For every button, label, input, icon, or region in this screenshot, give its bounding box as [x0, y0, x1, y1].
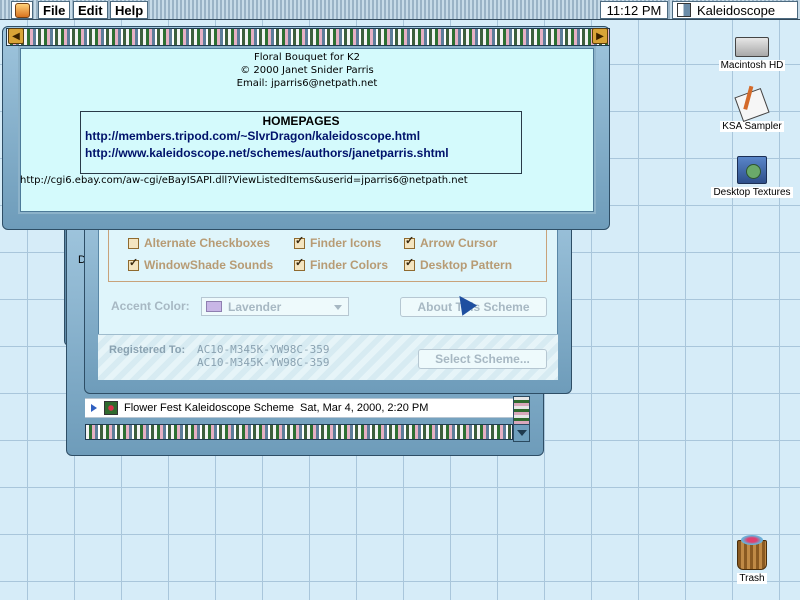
- registration-code: AC10-M345K-YW98C-359: [197, 343, 330, 356]
- option-finder-icons[interactable]: Finder Icons: [294, 234, 382, 250]
- option-arrow-cursor[interactable]: Arrow Cursor: [404, 234, 498, 250]
- registration-code: AC10-M345K-YW98C-359: [197, 356, 330, 369]
- accent-color-label: Accent Color:: [111, 299, 190, 313]
- checkbox[interactable]: [294, 256, 305, 271]
- option-alternate-checkboxes[interactable]: Alternate Checkboxes: [128, 236, 270, 250]
- option-label: Finder Icons: [310, 236, 382, 250]
- registered-to-label: Registered To:: [109, 344, 186, 356]
- accent-color-value: Lavender: [228, 299, 282, 314]
- desktop-icon-label: Macintosh HD: [718, 60, 786, 71]
- copyright-text: © 2000 Janet Snider Parris: [240, 65, 374, 76]
- desktop-icon-trash[interactable]: Trash: [722, 535, 782, 584]
- chevron-down-icon: [334, 305, 342, 310]
- scheme-name: Floral Bouquet for K2: [254, 52, 360, 63]
- floral-border-strip: [85, 424, 513, 440]
- checkbox[interactable]: [294, 234, 305, 249]
- left-arrow-icon[interactable]: ◀: [8, 28, 24, 44]
- hard-disk-icon: [735, 37, 769, 57]
- list-item[interactable]: Flower Fest Kaleidoscope Scheme Sat, Mar…: [85, 398, 513, 418]
- down-arrow-icon: [516, 430, 527, 436]
- ebay-listing-link[interactable]: http://cgi6.ebay.com/aw-cgi/eBayISAPI.dl…: [20, 175, 468, 186]
- floral-title-bar[interactable]: [6, 28, 610, 46]
- scroll-down-arrow[interactable]: [513, 424, 530, 442]
- right-arrow-icon[interactable]: ▶: [592, 28, 608, 44]
- menu-clock[interactable]: 11:12 PM: [600, 1, 668, 19]
- desktop-icon-label: Desktop Textures: [711, 187, 793, 198]
- option-label: Arrow Cursor: [420, 236, 498, 250]
- color-swatch-icon: [206, 301, 222, 312]
- menu-edit[interactable]: Edit: [73, 1, 108, 19]
- checkbox[interactable]: [128, 237, 139, 249]
- document-pencil-icon: [734, 87, 770, 123]
- desktop-icon-desktop-textures[interactable]: Desktop Textures: [706, 156, 798, 198]
- desktop-icon-ksa-sampler[interactable]: KSA Sampler: [716, 87, 788, 132]
- option-windowshade-sounds[interactable]: WindowShade Sounds: [128, 256, 274, 272]
- select-scheme-button[interactable]: Select Scheme...: [418, 349, 547, 369]
- option-label: Finder Colors: [310, 258, 389, 272]
- homepage-link[interactable]: http://members.tripod.com/~SlvrDragon/ka…: [85, 129, 420, 143]
- option-finder-colors[interactable]: Finder Colors: [294, 256, 389, 272]
- author-email: Email: jparris6@netpath.net: [236, 78, 378, 89]
- apple-icon: [14, 2, 30, 18]
- disclosure-triangle-icon[interactable]: [91, 404, 97, 412]
- option-label: WindowShade Sounds: [144, 258, 274, 272]
- homepage-link[interactable]: http://www.kaleidoscope.net/schemes/auth…: [85, 146, 449, 160]
- checkbox[interactable]: [404, 234, 415, 249]
- option-label: Desktop Pattern: [420, 258, 513, 272]
- apple-menu[interactable]: [11, 1, 33, 19]
- desktop-icon-label: KSA Sampler: [720, 121, 784, 132]
- checkbox[interactable]: [128, 256, 139, 271]
- menu-bar: File Edit Help 11:12 PM Kaleidoscope: [0, 0, 800, 20]
- menu-file[interactable]: File: [38, 1, 71, 19]
- desktop-icon-label: Trash: [737, 573, 767, 584]
- folder-globe-icon: [737, 156, 767, 184]
- application-menu-label: Kaleidoscope: [697, 2, 776, 18]
- homepages-heading: HOMEPAGES: [262, 114, 340, 128]
- list-item-date: Sat, Mar 4, 2000, 2:20 PM: [300, 402, 429, 414]
- scheme-file-icon: [104, 401, 118, 415]
- option-label: Alternate Checkboxes: [144, 236, 271, 250]
- menu-help[interactable]: Help: [110, 1, 149, 19]
- finder-app-icon: [677, 3, 691, 17]
- option-desktop-pattern[interactable]: Desktop Pattern: [404, 256, 513, 272]
- application-menu[interactable]: Kaleidoscope: [672, 1, 798, 19]
- trash-icon: [737, 535, 767, 570]
- checkbox[interactable]: [404, 256, 415, 271]
- list-item-name: Flower Fest Kaleidoscope Scheme: [124, 402, 294, 414]
- desktop-icon-macintosh-hd[interactable]: Macintosh HD: [716, 37, 788, 71]
- accent-color-popup[interactable]: Lavender: [201, 297, 349, 316]
